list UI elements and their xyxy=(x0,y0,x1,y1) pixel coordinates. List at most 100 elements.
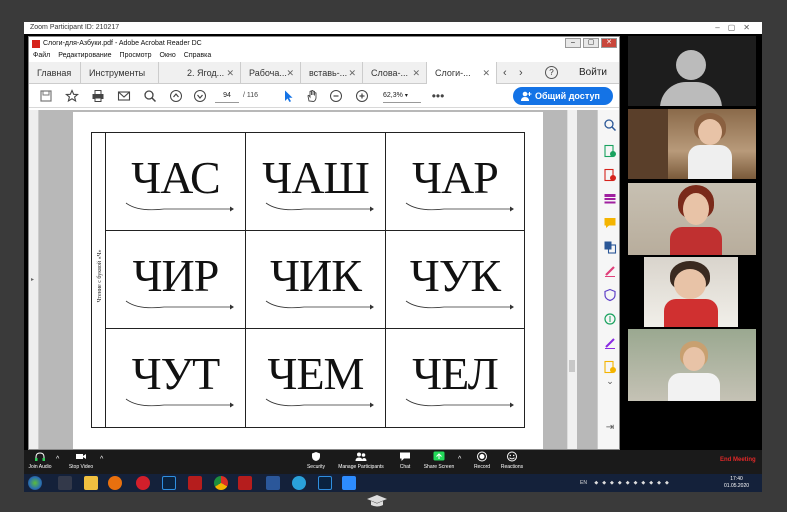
close-tab-icon[interactable]: ✕ xyxy=(482,62,490,84)
hand-tool-icon[interactable] xyxy=(305,89,319,103)
bookmark-star-icon[interactable] xyxy=(65,89,79,103)
close-tab-icon[interactable]: ✕ xyxy=(348,62,356,84)
join-audio-button[interactable]: Join Audio xyxy=(26,451,54,470)
menu-view[interactable]: Просмотр xyxy=(120,50,152,62)
chrome-icon[interactable] xyxy=(214,476,228,490)
share-button[interactable]: Общий доступ xyxy=(513,87,613,105)
tray-icons[interactable]: ◆◆◆◆◆◆◆◆◆◆ xyxy=(594,480,672,486)
protect-shield-icon[interactable] xyxy=(603,288,617,302)
organize-pages-icon[interactable] xyxy=(603,192,617,206)
left-panel-toggle[interactable]: ▸ xyxy=(29,110,39,449)
taskbar-clock[interactable]: 17:40 01.05.2020 xyxy=(724,476,749,490)
menu-help[interactable]: Справка xyxy=(184,50,211,62)
zoom-out-icon[interactable] xyxy=(329,89,343,103)
save-icon[interactable] xyxy=(39,89,53,103)
menu-window[interactable]: Окно xyxy=(160,50,176,62)
vertical-scrollbar[interactable] xyxy=(567,110,577,449)
chat-button[interactable]: Chat xyxy=(394,451,416,470)
page-down-icon[interactable] xyxy=(193,89,207,103)
tab-document-active[interactable]: Слоги-... ✕ xyxy=(427,62,497,84)
zoom-window-controls[interactable]: –▢✕ xyxy=(715,22,758,34)
acrobat-taskbar-icon[interactable] xyxy=(238,476,252,490)
minimize-button[interactable]: – xyxy=(565,38,581,48)
share-screen-button[interactable]: Share Screen xyxy=(422,451,456,470)
participant-video[interactable] xyxy=(644,257,738,327)
video-options-chevron-icon[interactable]: ^ xyxy=(100,456,103,463)
close-tab-icon[interactable]: ✕ xyxy=(412,62,420,84)
close-tab-icon[interactable]: ✕ xyxy=(226,62,234,84)
collapse-pane-icon[interactable]: ⇥ xyxy=(603,422,617,436)
search-icon[interactable] xyxy=(143,89,157,103)
share-options-chevron-icon[interactable]: ^ xyxy=(458,456,461,463)
comment-icon[interactable] xyxy=(603,216,617,230)
create-pdf-icon[interactable] xyxy=(603,168,617,182)
security-button[interactable]: Security xyxy=(302,451,330,470)
email-icon[interactable] xyxy=(117,89,131,103)
login-button[interactable]: Войти xyxy=(579,62,607,84)
reactions-label: Reactions xyxy=(500,464,524,470)
combine-files-icon[interactable] xyxy=(603,240,617,254)
tab-scroll-left-icon[interactable]: ‹ xyxy=(503,62,507,84)
zoom-level-value: 62,3% xyxy=(383,92,403,99)
language-indicator[interactable]: EN xyxy=(580,480,587,486)
tab-scroll-right-icon[interactable]: › xyxy=(519,62,523,84)
participant-video[interactable] xyxy=(628,183,756,255)
stop-video-button[interactable]: Stop Video xyxy=(66,451,96,470)
file-explorer-icon[interactable] xyxy=(84,476,98,490)
record-button[interactable]: Record xyxy=(470,451,494,470)
fill-sign-icon[interactable] xyxy=(603,336,617,350)
firefox-icon[interactable] xyxy=(108,476,122,490)
send-for-comments-icon[interactable] xyxy=(603,360,617,374)
scrollbar-thumb[interactable] xyxy=(569,360,575,372)
reactions-button[interactable]: Reactions xyxy=(498,451,526,470)
tab-document-3[interactable]: вставь-... ✕ xyxy=(301,62,363,84)
share-button-label: Общий доступ xyxy=(535,91,600,101)
menu-file[interactable]: Файл xyxy=(33,50,50,62)
document-viewport[interactable]: ▸ Чтение с буквой «Ч» ЧАС ЧАШ ЧАР ЧИР ЧИ… xyxy=(29,110,597,449)
close-tab-icon[interactable]: ✕ xyxy=(286,62,294,84)
audio-options-chevron-icon[interactable]: ^ xyxy=(56,456,59,463)
photoshop-icon[interactable] xyxy=(318,476,332,490)
opera-icon[interactable] xyxy=(136,476,150,490)
chevron-down-icon[interactable]: ⌄ xyxy=(603,376,617,390)
tab-home[interactable]: Главная xyxy=(29,62,81,84)
select-cursor-icon[interactable] xyxy=(281,89,295,103)
start-button-icon[interactable] xyxy=(28,476,42,490)
participant-face xyxy=(683,347,705,371)
participant-shirt xyxy=(664,299,718,327)
telegram-icon[interactable] xyxy=(292,476,306,490)
syllable-table: Чтение с буквой «Ч» ЧАС ЧАШ ЧАР ЧИР ЧИК … xyxy=(91,132,525,428)
page-number-input[interactable]: 94 xyxy=(215,89,239,103)
zoom-level-select[interactable]: 62,3% ▾ xyxy=(383,89,421,103)
tab-document-1[interactable]: 2. Ягод... ✕ xyxy=(179,62,241,84)
end-meeting-button[interactable]: End Meeting xyxy=(720,457,756,463)
photoshop-icon[interactable] xyxy=(162,476,176,490)
participant-video-avatar[interactable] xyxy=(628,36,756,106)
export-pdf-icon[interactable] xyxy=(603,144,617,158)
tab-label: Рабоча... xyxy=(249,68,287,78)
close-window-button[interactable]: ✕ xyxy=(601,38,617,48)
page-up-icon[interactable] xyxy=(169,89,183,103)
enhance-scan-icon[interactable] xyxy=(603,118,617,132)
expand-left-icon[interactable]: ▸ xyxy=(31,276,34,283)
help-icon[interactable]: ? xyxy=(545,66,558,79)
more-tools-icon[interactable]: ••• xyxy=(431,89,445,103)
manage-participants-button[interactable]: Manage Participants xyxy=(334,451,388,470)
compress-pdf-icon[interactable] xyxy=(603,312,617,326)
participant-video[interactable] xyxy=(628,109,756,179)
tab-label: Инструменты xyxy=(89,68,146,78)
print-icon[interactable] xyxy=(91,89,105,103)
tab-document-2[interactable]: Рабоча... ✕ xyxy=(241,62,301,84)
edit-pdf-icon[interactable] xyxy=(603,264,617,278)
zoom-taskbar-icon[interactable] xyxy=(342,476,356,490)
participant-video[interactable] xyxy=(628,329,756,401)
word-icon[interactable] xyxy=(266,476,280,490)
zoom-in-icon[interactable] xyxy=(355,89,369,103)
tab-document-4[interactable]: Слова-... ✕ xyxy=(363,62,427,84)
tab-tools[interactable]: Инструменты xyxy=(81,62,159,84)
maximize-button[interactable]: ▢ xyxy=(583,38,599,48)
menu-edit[interactable]: Редактирование xyxy=(58,50,111,62)
acrobat-taskbar-icon[interactable] xyxy=(188,476,202,490)
task-view-icon[interactable] xyxy=(58,476,72,490)
stop-video-label: Stop Video xyxy=(68,464,94,470)
